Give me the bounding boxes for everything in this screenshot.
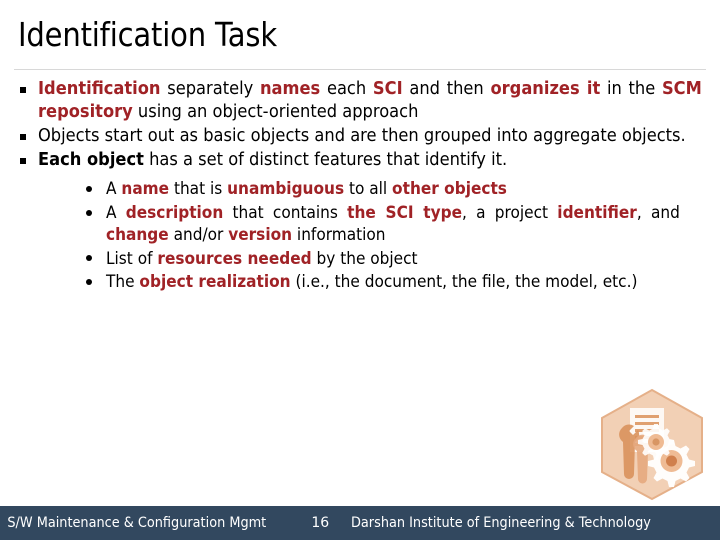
text-run: unambiguous xyxy=(227,179,345,199)
text-run: separately xyxy=(160,79,260,99)
text-run: other objects xyxy=(392,179,507,199)
footer-institute-label: Darshan Institute of Engineering & Techn… xyxy=(351,515,652,531)
text-run: and then xyxy=(402,79,491,99)
text-run: Identification xyxy=(38,79,161,99)
sub-bullet-item: List of resources needed by the object xyxy=(38,248,702,270)
text-run: change xyxy=(106,224,169,244)
text-run: organizes it xyxy=(490,79,601,99)
text-run: , and xyxy=(636,203,680,223)
sub-bullet-text: A description that contains the SCI type… xyxy=(106,202,680,246)
page-title: Identification Task xyxy=(18,15,277,54)
text-run: Objects start out as basic objects and a… xyxy=(38,126,686,147)
sub-bullet-item: The object realization (i.e., the docume… xyxy=(38,271,702,293)
text-run: in the xyxy=(600,79,662,99)
text-run: and/or xyxy=(168,224,229,244)
text-run: resources needed xyxy=(157,248,312,268)
text-run: Each object xyxy=(38,150,144,171)
text-run: the SCI type xyxy=(347,203,463,223)
text-run: (i.e., the document, the file, the model… xyxy=(290,272,638,292)
square-bullet-icon xyxy=(20,134,26,141)
bullet-text: Each object has a set of distinct featur… xyxy=(38,149,702,172)
dot-bullet-icon xyxy=(86,209,92,216)
bullet-text: Identification separately names each SCI… xyxy=(38,78,702,124)
text-run: to all xyxy=(344,179,393,199)
text-run: has a set of distinct features that iden… xyxy=(143,150,508,171)
maintenance-hexagon-icon xyxy=(601,388,703,501)
bullet-text: Objects start out as basic objects and a… xyxy=(38,125,702,148)
dot-bullet-icon xyxy=(86,185,92,192)
square-bullet-icon xyxy=(20,87,26,94)
text-run: , a project xyxy=(462,203,558,223)
text-run: The xyxy=(106,272,140,292)
text-run: each xyxy=(320,79,373,99)
slide: Identification Task Identification separ… xyxy=(0,0,720,540)
text-run: object realization xyxy=(139,272,291,292)
footer-bar: S/W Maintenance & Configuration Mgmt 16 … xyxy=(0,506,720,540)
square-bullet-icon xyxy=(20,158,26,165)
slide-body: Identification separately names each SCI… xyxy=(0,78,720,295)
text-run: SCI xyxy=(372,79,403,99)
bullet-item: Each object has a set of distinct featur… xyxy=(0,149,720,293)
text-run: names xyxy=(259,79,321,99)
dot-bullet-icon xyxy=(86,255,92,262)
bullet-list-level1: Identification separately names each SCI… xyxy=(0,78,720,293)
bullet-item: Identification separately names each SCI… xyxy=(0,78,720,124)
text-run: version xyxy=(228,224,293,244)
text-run: that is xyxy=(169,179,228,199)
bullet-list-level2: A name that is unambiguous to all other … xyxy=(38,178,702,293)
sub-bullet-text: The object realization (i.e., the docume… xyxy=(106,271,680,293)
sub-bullet-item: A description that contains the SCI type… xyxy=(38,202,702,246)
footer-course-label: S/W Maintenance & Configuration Mgmt xyxy=(7,515,267,531)
text-run: A xyxy=(106,203,126,223)
text-run: using an object-oriented approach xyxy=(132,102,419,123)
footer-page-number: 16 xyxy=(311,515,330,531)
text-run: information xyxy=(292,224,386,244)
title-divider xyxy=(14,69,706,70)
text-run: description xyxy=(125,203,224,223)
bullet-item: Objects start out as basic objects and a… xyxy=(0,125,720,148)
text-run: identifier xyxy=(557,203,637,223)
text-run: that contains xyxy=(223,203,348,223)
sub-bullet-text: List of resources needed by the object xyxy=(106,248,680,270)
text-run: by the object xyxy=(311,248,418,268)
text-run: A xyxy=(106,179,122,199)
dot-bullet-icon xyxy=(86,279,92,286)
text-run: List of xyxy=(106,248,158,268)
text-run: name xyxy=(121,179,170,199)
sub-bullet-item: A name that is unambiguous to all other … xyxy=(38,178,702,200)
sub-bullet-text: A name that is unambiguous to all other … xyxy=(106,178,680,200)
